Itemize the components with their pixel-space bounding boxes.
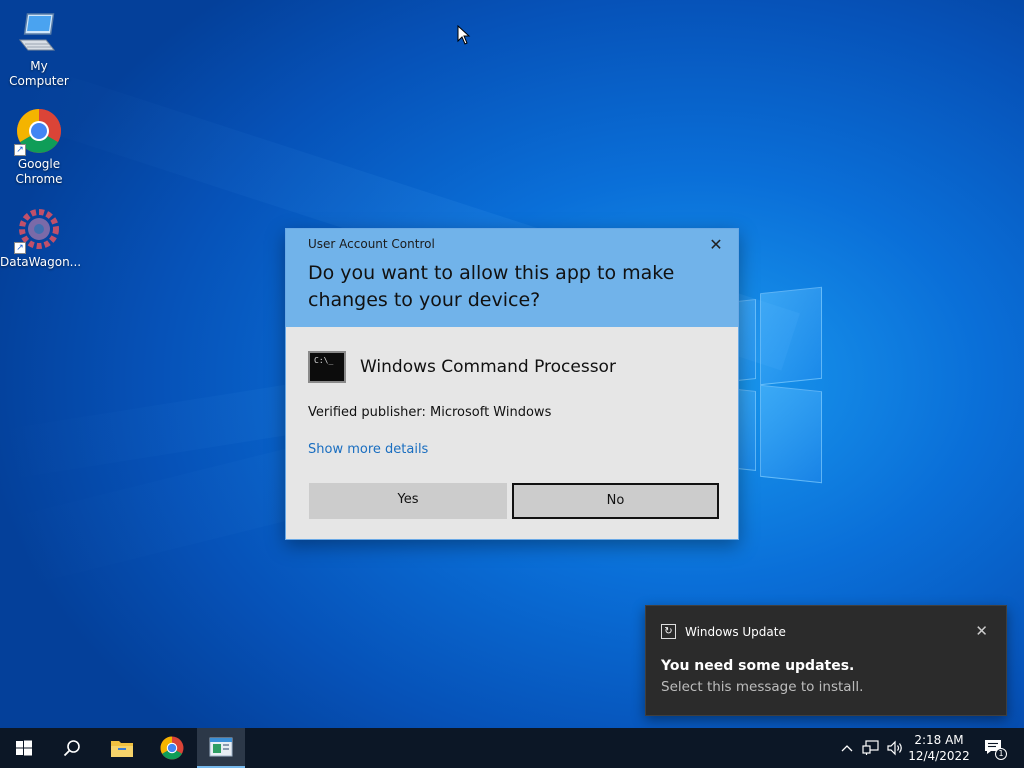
yes-button[interactable]: Yes: [309, 483, 507, 519]
publisher-text: Verified publisher: Microsoft Windows: [308, 405, 552, 420]
desktop-icon-datawagon[interactable]: ↗ DataWagon...: [0, 206, 82, 270]
chrome-icon: [160, 736, 184, 760]
taskbar: 2:18 AM 12/4/2022 1: [0, 728, 1024, 768]
datawagon-icon: ↗: [14, 206, 62, 254]
volume-button[interactable]: [884, 728, 906, 768]
uac-header: User Account Control ✕ Do you want to al…: [286, 229, 738, 327]
active-app-icon: [209, 737, 233, 757]
search-icon: [63, 740, 80, 757]
desktop-icon-label: My Computer: [9, 59, 69, 88]
desktop-icon-google-chrome[interactable]: ↗ Google Chrome: [0, 108, 78, 187]
update-icon: ↻: [661, 624, 676, 639]
taskbar-active-app[interactable]: [197, 728, 245, 768]
system-clock[interactable]: 2:18 AM 12/4/2022: [906, 732, 972, 764]
uac-dialog: User Account Control ✕ Do you want to al…: [285, 228, 739, 540]
tray-overflow-button[interactable]: [838, 728, 856, 768]
file-explorer-icon: [111, 741, 133, 757]
toast-close-button[interactable]: ✕: [975, 622, 988, 640]
chevron-up-icon: [841, 745, 853, 752]
toast-message: Select this message to install.: [661, 679, 864, 695]
speaker-icon: [887, 740, 902, 756]
clock-time: 2:18 AM: [914, 733, 964, 747]
desktop-icon-label: DataWagon...: [0, 255, 82, 269]
action-center-button[interactable]: 1: [980, 728, 1008, 768]
toast-title: You need some updates.: [661, 658, 855, 674]
command-prompt-icon: C:\_: [308, 351, 346, 383]
no-button[interactable]: No: [512, 483, 719, 519]
uac-question: Do you want to allow this app to make ch…: [308, 262, 675, 311]
shortcut-arrow-icon: ↗: [14, 242, 26, 254]
shortcut-arrow-icon: ↗: [14, 144, 26, 156]
app-row: C:\_ Windows Command Processor: [308, 349, 716, 385]
network-button[interactable]: [860, 728, 882, 768]
windows-update-toast[interactable]: ↻ Windows Update ✕ You need some updates…: [645, 605, 1007, 716]
chrome-icon: ↗: [14, 108, 62, 156]
close-button[interactable]: ✕: [706, 235, 726, 255]
desktop-icon-my-computer[interactable]: My Computer: [0, 10, 78, 89]
dialog-title: User Account Control: [308, 237, 435, 251]
show-more-details-link[interactable]: Show more details: [308, 442, 716, 457]
notification-count-badge: 1: [995, 748, 1007, 760]
desktop-icon-label: Google Chrome: [15, 157, 63, 186]
network-icon: [862, 740, 879, 755]
taskbar-chrome[interactable]: [148, 728, 196, 768]
toast-app-name: Windows Update: [685, 624, 786, 639]
app-name: Windows Command Processor: [360, 357, 616, 377]
start-button[interactable]: [0, 728, 48, 768]
taskbar-file-explorer[interactable]: [98, 728, 146, 768]
clock-date: 12/4/2022: [908, 749, 970, 763]
mouse-cursor-icon: [457, 24, 471, 49]
start-icon: [16, 740, 32, 756]
computer-icon: [16, 10, 62, 56]
search-button[interactable]: [48, 728, 96, 768]
